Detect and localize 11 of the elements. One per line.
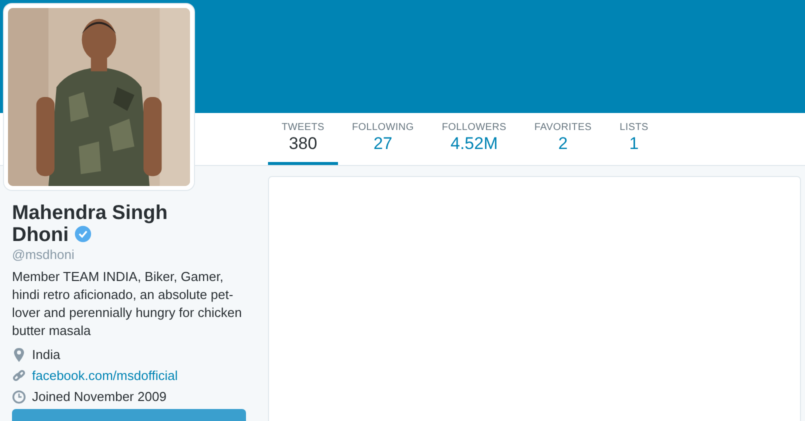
stat-tab[interactable]: FOLLOWING 27 <box>338 113 428 165</box>
stat-tab[interactable]: FAVORITES 2 <box>520 113 606 165</box>
stat-tab[interactable]: LISTS 1 <box>606 113 662 165</box>
profile-name: Mahendra Singh Dhoni <box>12 202 169 246</box>
location-text: India <box>32 347 60 362</box>
website-link[interactable]: facebook.com/msdofficial <box>32 368 178 383</box>
joined-date: Joined November 2009 <box>32 389 166 404</box>
profile-bio: Member TEAM INDIA, Biker, Gamer, hindi retro aficionado, an absolute pet-lover and perennially hungry for chicken butter masala <box>12 268 243 340</box>
profile-handle[interactable]: @msdhoni <box>12 247 246 262</box>
stat-tab[interactable]: TWEETS 380 <box>268 113 338 165</box>
stat-tab[interactable]: FOLLOWERS 4.52M <box>428 113 520 165</box>
